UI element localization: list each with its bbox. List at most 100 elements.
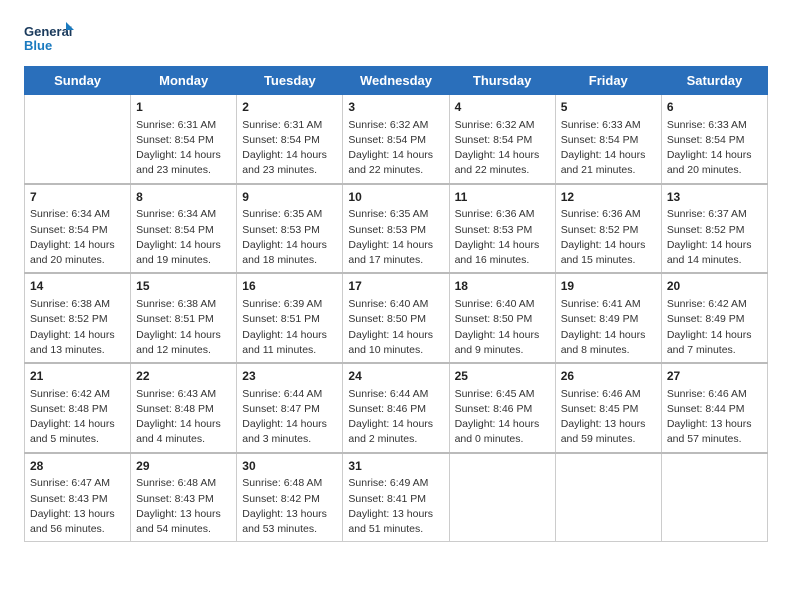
day-info: Sunrise: 6:41 AMSunset: 8:49 PMDaylight:… (561, 297, 656, 358)
day-info: Sunrise: 6:48 AMSunset: 8:43 PMDaylight:… (136, 476, 231, 537)
calendar-table: SundayMondayTuesdayWednesdayThursdayFrid… (24, 66, 768, 542)
calendar-cell: 22 Sunrise: 6:43 AMSunset: 8:48 PMDayligh… (131, 363, 237, 453)
calendar-week-row: 28Sunrise: 6:47 AMSunset: 8:43 PMDayligh… (25, 453, 768, 542)
calendar-cell: 16 Sunrise: 6:39 AMSunset: 8:51 PMDayligh… (237, 273, 343, 363)
day-number: 20 (667, 278, 762, 295)
day-info: Sunrise: 6:32 AMSunset: 8:54 PMDaylight:… (455, 118, 550, 179)
calendar-cell: 1 Sunrise: 6:31 AMSunset: 8:54 PMDaylight… (131, 95, 237, 184)
calendar-cell: 26 Sunrise: 6:46 AMSunset: 8:45 PMDayligh… (555, 363, 661, 453)
day-info: Sunrise: 6:33 AMSunset: 8:54 PMDaylight:… (667, 118, 762, 179)
day-number: 2 (242, 99, 337, 116)
calendar-cell: 3Sunrise: 6:32 AMSunset: 8:54 PMDaylight… (343, 95, 449, 184)
calendar-cell (25, 95, 131, 184)
calendar-cell: 6 Sunrise: 6:33 AMSunset: 8:54 PMDaylight… (661, 95, 767, 184)
day-number: 8 (136, 189, 231, 206)
day-number: 24 (348, 368, 443, 385)
day-info: Sunrise: 6:39 AMSunset: 8:51 PMDaylight:… (242, 297, 337, 358)
calendar-week-row: 14Sunrise: 6:38 AMSunset: 8:52 PMDayligh… (25, 273, 768, 363)
day-info: Sunrise: 6:36 AMSunset: 8:52 PMDaylight:… (561, 207, 656, 268)
day-info: Sunrise: 6:48 AMSunset: 8:42 PMDaylight:… (242, 476, 337, 537)
svg-text:General: General (24, 24, 72, 39)
calendar-cell: 19 Sunrise: 6:41 AMSunset: 8:49 PMDayligh… (555, 273, 661, 363)
calendar-cell: 7Sunrise: 6:34 AMSunset: 8:54 PMDaylight… (25, 184, 131, 274)
day-number: 6 (667, 99, 762, 116)
day-info: Sunrise: 6:47 AMSunset: 8:43 PMDaylight:… (30, 476, 125, 537)
calendar-cell: 24 Sunrise: 6:44 AMSunset: 8:46 PMDayligh… (343, 363, 449, 453)
day-number: 9 (242, 189, 337, 206)
day-info: Sunrise: 6:38 AMSunset: 8:51 PMDaylight:… (136, 297, 231, 358)
day-info: Sunrise: 6:40 AMSunset: 8:50 PMDaylight:… (455, 297, 550, 358)
day-info: Sunrise: 6:35 AMSunset: 8:53 PMDaylight:… (348, 207, 443, 268)
calendar-cell (449, 453, 555, 542)
day-number: 29 (136, 458, 231, 475)
day-number: 11 (455, 189, 550, 206)
day-info: Sunrise: 6:37 AMSunset: 8:52 PMDaylight:… (667, 207, 762, 268)
calendar-cell: 4 Sunrise: 6:32 AMSunset: 8:54 PMDaylight… (449, 95, 555, 184)
day-of-week-header: Saturday (661, 67, 767, 95)
day-info: Sunrise: 6:44 AMSunset: 8:47 PMDaylight:… (242, 387, 337, 448)
day-info: Sunrise: 6:35 AMSunset: 8:53 PMDaylight:… (242, 207, 337, 268)
calendar-cell: 9Sunrise: 6:35 AMSunset: 8:53 PMDaylight… (237, 184, 343, 274)
header-section: General Blue (24, 20, 768, 58)
calendar-cell: 17 Sunrise: 6:40 AMSunset: 8:50 PMDayligh… (343, 273, 449, 363)
day-number: 26 (561, 368, 656, 385)
day-info: Sunrise: 6:40 AMSunset: 8:50 PMDaylight:… (348, 297, 443, 358)
day-number: 23 (242, 368, 337, 385)
day-info: Sunrise: 6:31 AMSunset: 8:54 PMDaylight:… (136, 118, 231, 179)
day-number: 22 (136, 368, 231, 385)
day-info: Sunrise: 6:46 AMSunset: 8:44 PMDaylight:… (667, 387, 762, 448)
calendar-cell: 21 Sunrise: 6:42 AMSunset: 8:48 PMDayligh… (25, 363, 131, 453)
day-info: Sunrise: 6:34 AMSunset: 8:54 PMDaylight:… (136, 207, 231, 268)
day-of-week-header: Sunday (25, 67, 131, 95)
calendar-cell: 2 Sunrise: 6:31 AMSunset: 8:54 PMDaylight… (237, 95, 343, 184)
calendar-cell: 25Sunrise: 6:45 AMSunset: 8:46 PMDayligh… (449, 363, 555, 453)
day-number: 21 (30, 368, 125, 385)
calendar-header-row: SundayMondayTuesdayWednesdayThursdayFrid… (25, 67, 768, 95)
day-number: 12 (561, 189, 656, 206)
day-number: 1 (136, 99, 231, 116)
day-number: 5 (561, 99, 656, 116)
day-info: Sunrise: 6:49 AMSunset: 8:41 PMDaylight:… (348, 476, 443, 537)
day-of-week-header: Wednesday (343, 67, 449, 95)
day-info: Sunrise: 6:46 AMSunset: 8:45 PMDaylight:… (561, 387, 656, 448)
day-info: Sunrise: 6:33 AMSunset: 8:54 PMDaylight:… (561, 118, 656, 179)
calendar-cell: 14Sunrise: 6:38 AMSunset: 8:52 PMDayligh… (25, 273, 131, 363)
day-number: 17 (348, 278, 443, 295)
day-info: Sunrise: 6:44 AMSunset: 8:46 PMDaylight:… (348, 387, 443, 448)
calendar-cell: 12Sunrise: 6:36 AMSunset: 8:52 PMDayligh… (555, 184, 661, 274)
svg-text:Blue: Blue (24, 38, 52, 53)
calendar-cell (555, 453, 661, 542)
day-number: 19 (561, 278, 656, 295)
calendar-week-row: 1 Sunrise: 6:31 AMSunset: 8:54 PMDaylight… (25, 95, 768, 184)
calendar-cell: 28Sunrise: 6:47 AMSunset: 8:43 PMDayligh… (25, 453, 131, 542)
calendar-cell: 31Sunrise: 6:49 AMSunset: 8:41 PMDayligh… (343, 453, 449, 542)
day-of-week-header: Thursday (449, 67, 555, 95)
day-number: 28 (30, 458, 125, 475)
day-number: 13 (667, 189, 762, 206)
day-number: 15 (136, 278, 231, 295)
day-number: 4 (455, 99, 550, 116)
calendar-cell: 10Sunrise: 6:35 AMSunset: 8:53 PMDayligh… (343, 184, 449, 274)
day-number: 27 (667, 368, 762, 385)
day-number: 18 (455, 278, 550, 295)
calendar-cell: 27 Sunrise: 6:46 AMSunset: 8:44 PMDayligh… (661, 363, 767, 453)
day-number: 10 (348, 189, 443, 206)
calendar-cell: 8Sunrise: 6:34 AMSunset: 8:54 PMDaylight… (131, 184, 237, 274)
day-info: Sunrise: 6:34 AMSunset: 8:54 PMDaylight:… (30, 207, 125, 268)
calendar-cell: 18 Sunrise: 6:40 AMSunset: 8:50 PMDayligh… (449, 273, 555, 363)
calendar-cell: 11Sunrise: 6:36 AMSunset: 8:53 PMDayligh… (449, 184, 555, 274)
day-info: Sunrise: 6:36 AMSunset: 8:53 PMDaylight:… (455, 207, 550, 268)
day-info: Sunrise: 6:31 AMSunset: 8:54 PMDaylight:… (242, 118, 337, 179)
day-info: Sunrise: 6:38 AMSunset: 8:52 PMDaylight:… (30, 297, 125, 358)
day-number: 30 (242, 458, 337, 475)
day-info: Sunrise: 6:32 AMSunset: 8:54 PMDaylight:… (348, 118, 443, 179)
day-info: Sunrise: 6:45 AMSunset: 8:46 PMDaylight:… (455, 387, 550, 448)
calendar-cell: 30Sunrise: 6:48 AMSunset: 8:42 PMDayligh… (237, 453, 343, 542)
day-info: Sunrise: 6:42 AMSunset: 8:48 PMDaylight:… (30, 387, 125, 448)
day-number: 31 (348, 458, 443, 475)
calendar-week-row: 21 Sunrise: 6:42 AMSunset: 8:48 PMDayligh… (25, 363, 768, 453)
calendar-cell (661, 453, 767, 542)
calendar-week-row: 7Sunrise: 6:34 AMSunset: 8:54 PMDaylight… (25, 184, 768, 274)
day-info: Sunrise: 6:43 AMSunset: 8:48 PMDaylight:… (136, 387, 231, 448)
day-number: 16 (242, 278, 337, 295)
